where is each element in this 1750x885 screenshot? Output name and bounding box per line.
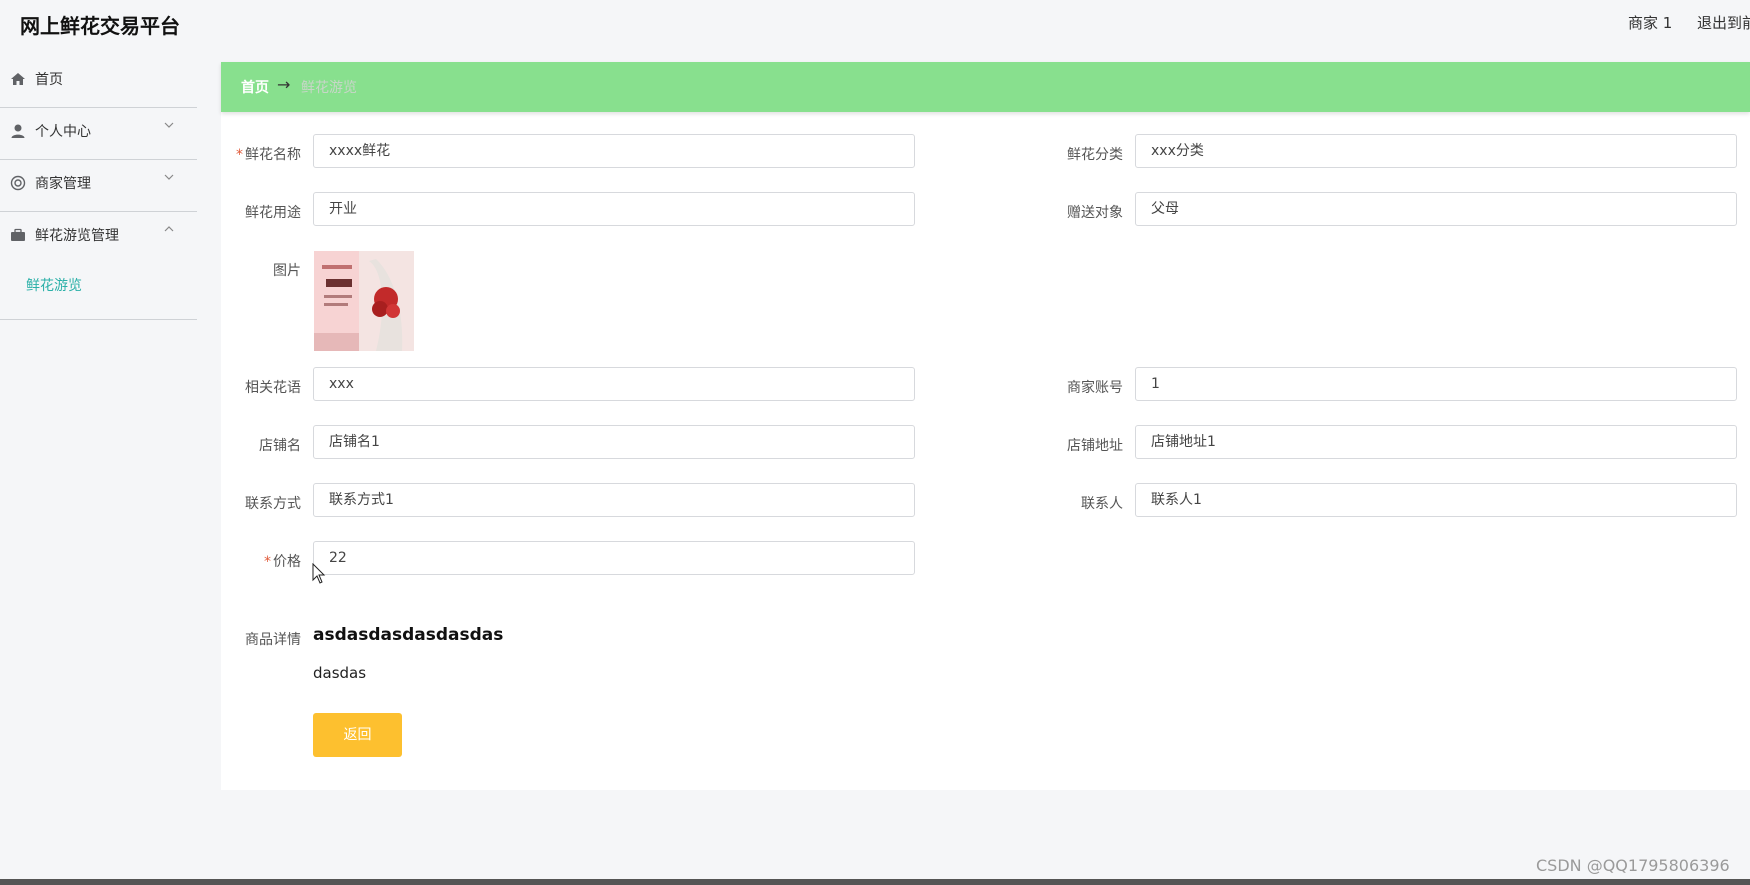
sidebar-item-label: 个人中心 [35, 124, 91, 140]
flower-name-label: * 鲜花名称 [201, 144, 301, 164]
sidebar: 首页 个人中心 商家管理 鲜花游览管理 鲜花游览 [0, 51, 197, 885]
image-label: 图片 [273, 263, 301, 279]
merchant-account-label: 商家账号 [1067, 380, 1123, 396]
flower-language-label: 相关花语 [245, 380, 301, 396]
flower-name-input[interactable]: xxxx鲜花 [313, 134, 915, 168]
mouse-cursor-icon [312, 563, 326, 584]
top-bar: 网上鲜花交易平台 商家 1 退出到前 [0, 0, 1750, 48]
merchant-account-input[interactable]: 1 [1135, 367, 1737, 401]
app-title: 网上鲜花交易平台 [20, 14, 180, 38]
bottom-bar [0, 879, 1750, 885]
usage-input[interactable]: 开业 [313, 192, 915, 226]
shop-name-input[interactable]: 店铺名1 [313, 425, 915, 459]
recipient-label: 赠送对象 [1067, 205, 1123, 221]
required-asterisk: * [264, 554, 271, 570]
sidebar-item-label: 首页 [35, 72, 63, 88]
briefcase-icon [11, 228, 25, 241]
user-icon [11, 124, 25, 138]
breadcrumb-current: 鲜花游览 [301, 80, 357, 96]
flower-name-label-text: 鲜花名称 [245, 147, 301, 163]
sidebar-subitem-flower-browse[interactable]: 鲜花游览 [0, 261, 197, 320]
flower-image-graphic [314, 251, 414, 351]
breadcrumb: 首页 → 鲜花游览 [221, 62, 1750, 112]
required-asterisk: * [236, 147, 243, 163]
contact-method-label: 联系方式 [245, 496, 301, 512]
contact-person-input[interactable]: 联系人1 [1135, 483, 1737, 517]
sidebar-item-flower-browse-mgmt[interactable]: 鲜花游览管理 [0, 207, 197, 263]
contact-person-label: 联系人 [1081, 496, 1123, 512]
price-label: * 价格 [201, 551, 301, 571]
contact-method-input[interactable]: 联系方式1 [313, 483, 915, 517]
usage-label: 鲜花用途 [245, 205, 301, 221]
sidebar-item-home[interactable]: 首页 [0, 51, 197, 108]
main-panel: 首页 → 鲜花游览 * 鲜花名称 xxxx鲜花 鲜花分类 xxx分类 鲜花用途 开… [221, 62, 1750, 790]
logout-link[interactable]: 退出到前 [1697, 12, 1750, 33]
flower-language-input[interactable]: xxx [313, 367, 915, 401]
details-text: dasdas [313, 664, 367, 682]
details-label: 商品详情 [245, 632, 301, 648]
recipient-input[interactable]: 父母 [1135, 192, 1737, 226]
chevron-up-icon [164, 226, 174, 232]
shop-name-label: 店铺名 [259, 438, 301, 454]
details-heading: asdasdasdasdasdas [313, 625, 504, 645]
current-user-label[interactable]: 商家 1 [1628, 12, 1672, 33]
shop-address-label: 店铺地址 [1067, 438, 1123, 454]
lifebuoy-icon [10, 175, 26, 191]
chevron-down-icon [164, 174, 174, 180]
breadcrumb-arrow: → [277, 75, 291, 94]
back-button[interactable]: 返回 [313, 713, 402, 757]
price-input[interactable]: 22 [313, 541, 915, 575]
sidebar-item-merchant[interactable]: 商家管理 [0, 155, 197, 212]
watermark: CSDN @QQ1795806396 [1536, 856, 1730, 875]
sidebar-subitem-label: 鲜花游览 [26, 278, 82, 294]
flower-image-thumbnail[interactable] [314, 251, 414, 351]
sidebar-item-label: 商家管理 [35, 176, 91, 192]
breadcrumb-home-link[interactable]: 首页 [241, 77, 269, 97]
sidebar-item-profile[interactable]: 个人中心 [0, 103, 197, 160]
sidebar-item-label: 鲜花游览管理 [35, 228, 119, 244]
category-label: 鲜花分类 [1067, 147, 1123, 163]
shop-address-input[interactable]: 店铺地址1 [1135, 425, 1737, 459]
price-label-text: 价格 [273, 554, 301, 570]
chevron-down-icon [164, 122, 174, 128]
category-input[interactable]: xxx分类 [1135, 134, 1737, 168]
home-icon [11, 73, 25, 85]
